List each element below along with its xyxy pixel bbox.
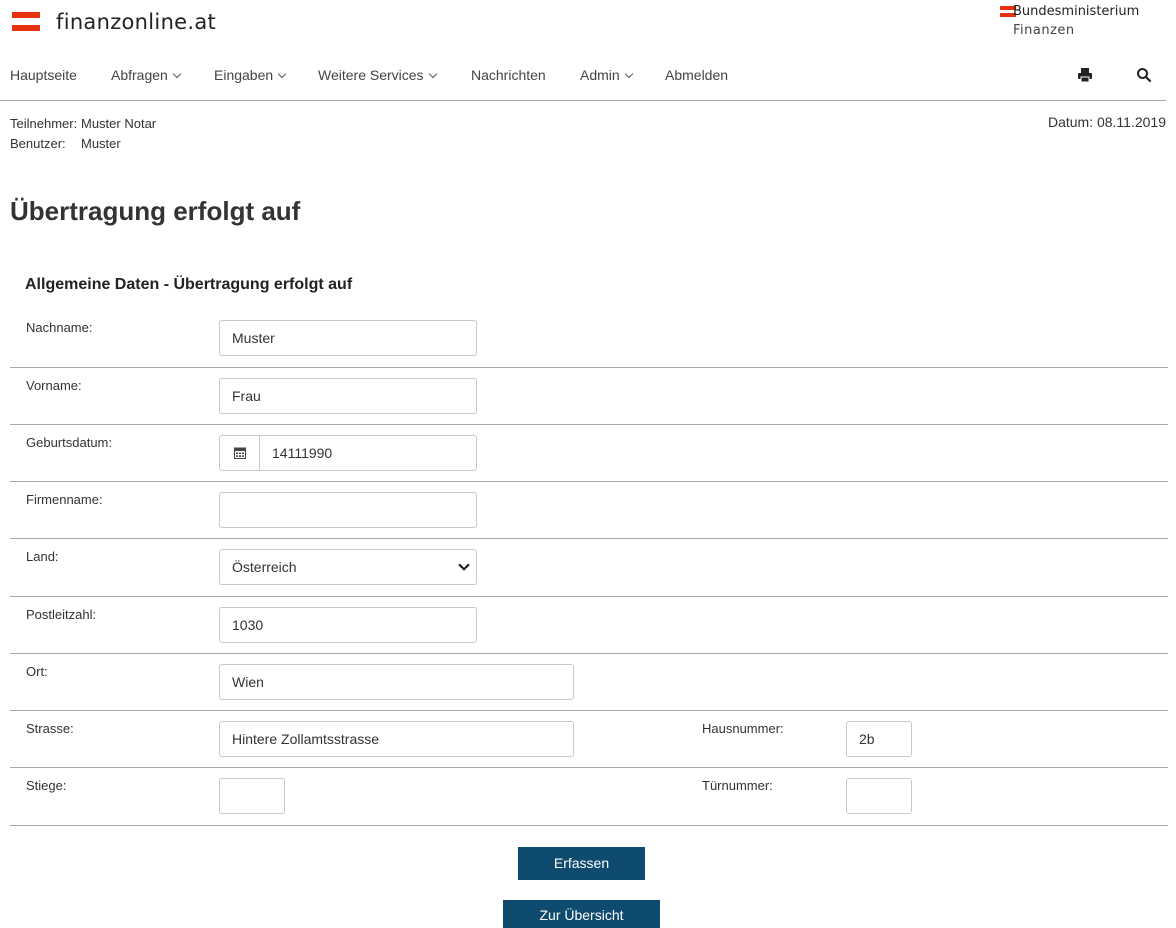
- ministry-line2: Finanzen: [1013, 23, 1075, 38]
- form-row-vorname: Vorname: Frau: [10, 368, 1168, 425]
- nav-hauptseite[interactable]: Hauptseite: [10, 67, 77, 83]
- chevron-down-icon: [624, 69, 633, 79]
- nav-label: Weitere Services: [318, 67, 424, 83]
- nav-label: Admin: [580, 67, 620, 83]
- print-icon[interactable]: [1076, 66, 1094, 84]
- firmenname-input[interactable]: [219, 492, 477, 528]
- land-select[interactable]: Österreich: [219, 549, 477, 585]
- nav-admin[interactable]: Admin: [580, 67, 633, 83]
- form-row-ort: Ort: Wien: [10, 654, 1168, 711]
- geburtsdatum-field: 14111990: [219, 435, 477, 471]
- chevron-down-icon: [277, 69, 287, 79]
- datum: Datum: 08.11.2019: [1047, 114, 1166, 130]
- page-title: Übertragung erfolgt auf: [10, 196, 301, 226]
- nav-weitere-services[interactable]: Weitere Services: [318, 67, 437, 83]
- calendar-icon: [233, 447, 246, 459]
- tuernummer-label: Türnummer:: [702, 778, 773, 793]
- ministry-line1: Bundesministerium: [1013, 4, 1140, 19]
- vorname-input[interactable]: Frau: [219, 378, 477, 414]
- nachname-input[interactable]: Muster: [219, 320, 477, 356]
- nav-label: Hauptseite: [10, 67, 77, 83]
- nav-label: Eingaben: [214, 67, 274, 83]
- calendar-button[interactable]: [220, 436, 260, 470]
- land-label: Land:: [26, 549, 59, 564]
- form-row-postleitzahl: Postleitzahl: 1030: [10, 597, 1168, 654]
- tuernummer-input[interactable]: [846, 778, 912, 814]
- ort-label: Ort:: [26, 664, 48, 679]
- erfassen-button[interactable]: Erfassen: [518, 847, 645, 880]
- nachname-label: Nachname:: [26, 320, 93, 335]
- teilnehmer-value: Muster Notar: [81, 116, 157, 131]
- section-title: Allgemeine Daten - Übertragung erfolgt a…: [25, 276, 353, 293]
- geburtsdatum-label: Geburtsdatum:: [26, 435, 112, 450]
- zur-uebersicht-button[interactable]: Zur Übersicht: [503, 900, 660, 928]
- vorname-label: Vorname:: [26, 378, 82, 393]
- teilnehmer-label: Teilnehmer:: [10, 116, 78, 131]
- search-icon[interactable]: [1135, 66, 1153, 84]
- stiege-label: Stiege:: [26, 778, 67, 793]
- hausnummer-input[interactable]: 2b: [846, 721, 912, 757]
- header: finanzonline.at Bundesministerium Finanz…: [0, 0, 1176, 52]
- form-row-geburtsdatum: Geburtsdatum: 14111990: [10, 425, 1168, 482]
- nav-eingaben[interactable]: Eingaben: [214, 67, 287, 83]
- postleitzahl-input[interactable]: 1030: [219, 607, 477, 643]
- chevron-down-icon: [428, 69, 437, 79]
- geburtsdatum-input[interactable]: 14111990: [272, 436, 332, 470]
- form-row-stiege: Stiege: Türnummer:: [10, 768, 1168, 826]
- form-row-land: Land: Österreich: [10, 539, 1168, 597]
- stiege-input[interactable]: [219, 778, 285, 814]
- benutzer-label: Benutzer:: [10, 136, 66, 151]
- form-row-firmenname: Firmenname:: [10, 482, 1168, 539]
- postleitzahl-label: Postleitzahl:: [26, 607, 97, 622]
- nav-nachrichten[interactable]: Nachrichten: [471, 67, 546, 83]
- chevron-down-icon: [458, 559, 470, 571]
- form-row-nachname: Nachname: Muster: [10, 310, 1168, 368]
- hausnummer-label: Hausnummer:: [702, 721, 784, 736]
- strasse-label: Strasse:: [26, 721, 74, 736]
- finanzonline-logo[interactable]: finanzonline.at: [12, 10, 216, 34]
- benutzer-value: Muster: [81, 136, 121, 151]
- main-nav: Hauptseite Abfragen Eingaben Weitere Ser…: [0, 56, 1166, 101]
- land-selected-value: Österreich: [232, 559, 297, 575]
- strasse-input[interactable]: Hintere Zollamtsstrasse: [219, 721, 574, 757]
- nav-label: Abfragen: [111, 67, 168, 83]
- ort-input[interactable]: Wien: [219, 664, 574, 700]
- austria-flag-icon: [12, 12, 40, 32]
- form-row-strasse: Strasse: Hintere Zollamtsstrasse Hausnum…: [10, 711, 1168, 768]
- nav-label: Nachrichten: [471, 67, 546, 83]
- nav-label: Abmelden: [665, 67, 729, 83]
- logo-text: finanzonline.at: [56, 10, 217, 34]
- nav-abfragen[interactable]: Abfragen: [111, 67, 182, 83]
- chevron-down-icon: [172, 69, 182, 79]
- firmenname-label: Firmenname:: [26, 492, 103, 507]
- nav-abmelden[interactable]: Abmelden: [665, 67, 728, 83]
